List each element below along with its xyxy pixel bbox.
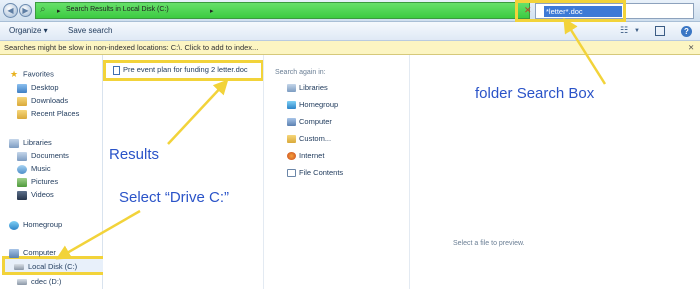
- nav-item-label: Videos: [31, 190, 54, 199]
- organize-button[interactable]: Organize ▾: [9, 26, 48, 35]
- nav-item-label: Downloads: [31, 96, 69, 105]
- change-view-icon[interactable]: ☷: [620, 25, 628, 36]
- search-again-file-contents[interactable]: File Contents: [287, 168, 344, 178]
- nav-item-computer[interactable]: Computer: [9, 248, 56, 260]
- search-again-title: Search again in:: [275, 69, 326, 76]
- result-highlight: Pre event plan for funding 2 letter.doc: [103, 60, 264, 81]
- nav-item-local-disk-c[interactable]: Local Disk (C:): [14, 262, 77, 274]
- command-toolbar: Organize ▾ Save search ☷ ▼ ?: [0, 22, 700, 41]
- nav-item-label: Recent Places: [31, 109, 80, 118]
- pictures-icon: [17, 177, 27, 187]
- close-icon[interactable]: ✕: [688, 43, 694, 52]
- nav-item-favorites[interactable]: ★ Favorites: [9, 69, 54, 81]
- nav-item-pictures[interactable]: Pictures: [17, 177, 58, 189]
- nav-item-label: Favorites: [23, 69, 54, 79]
- nav-item-downloads[interactable]: Downloads: [17, 96, 68, 108]
- nav-item-recent-places[interactable]: Recent Places: [17, 109, 79, 121]
- save-search-button[interactable]: Save search: [68, 26, 112, 35]
- internet-icon: [287, 152, 296, 161]
- preview-message: Select a file to preview.: [453, 240, 525, 247]
- search-folder-icon: ⌕: [40, 4, 46, 15]
- nav-item-label: Local Disk (C:): [28, 262, 78, 271]
- preview-pane-icon[interactable]: [655, 26, 665, 36]
- custom-folder-icon: [287, 135, 296, 144]
- file-contents-icon: [287, 169, 296, 178]
- nav-item-documents[interactable]: Documents: [17, 151, 69, 163]
- nav-item-desktop[interactable]: Desktop: [17, 83, 59, 95]
- disk-icon: [14, 264, 24, 271]
- annotation-select-drive: Select “Drive C:”: [119, 189, 230, 206]
- nav-item-label: Pictures: [31, 177, 59, 186]
- nav-item-label: Desktop: [31, 83, 59, 92]
- preview-divider: [409, 55, 410, 289]
- search-again-label: File Contents: [299, 168, 344, 177]
- breadcrumb[interactable]: Search Results in Local Disk (C:): [66, 6, 169, 13]
- divider: [263, 55, 264, 289]
- nav-item-videos[interactable]: Videos: [17, 190, 54, 202]
- annotation-results: Results: [109, 146, 160, 163]
- nav-item-homegroup[interactable]: Homegroup: [9, 220, 62, 232]
- disk-icon: [17, 279, 27, 286]
- back-button[interactable]: ◀: [3, 3, 18, 18]
- address-bar[interactable]: ⌕ ▸ Search Results in Local Disk (C:) ▸: [35, 2, 530, 19]
- back-arrow-icon: ◀: [7, 6, 14, 15]
- desktop-icon: [17, 83, 27, 93]
- nav-item-label: Documents: [31, 151, 69, 160]
- breadcrumb-chevron-icon[interactable]: ▸: [210, 7, 214, 15]
- forward-button[interactable]: ▶: [19, 4, 32, 17]
- breadcrumb-chevron-icon[interactable]: ▸: [57, 7, 61, 15]
- search-again-label: Libraries: [299, 83, 328, 92]
- documents-icon: [17, 151, 27, 161]
- nav-item-label: Libraries: [23, 138, 52, 147]
- word-document-icon: [113, 65, 120, 75]
- music-icon: [17, 164, 27, 174]
- results-pane: [103, 55, 263, 289]
- list-item[interactable]: Pre event plan for funding 2 letter.doc: [113, 65, 248, 75]
- search-again-label: Internet: [299, 151, 325, 160]
- help-icon[interactable]: ?: [681, 26, 692, 37]
- search-again-custom[interactable]: Custom...: [287, 134, 332, 144]
- views-dropdown-icon[interactable]: ▼: [634, 28, 640, 34]
- forward-arrow-icon: ▶: [22, 6, 29, 15]
- search-again-label: Custom...: [299, 134, 332, 143]
- search-box-highlight: [515, 0, 626, 22]
- computer-icon: [9, 248, 19, 258]
- libraries-icon: [9, 138, 19, 148]
- search-again-homegroup[interactable]: Homegroup: [287, 100, 339, 110]
- search-again-label: Homegroup: [299, 100, 339, 109]
- index-warning-text[interactable]: Searches might be slow in non-indexed lo…: [4, 43, 258, 52]
- homegroup-icon: [9, 220, 19, 230]
- search-again-label: Computer: [299, 117, 332, 126]
- nav-item-music[interactable]: Music: [17, 164, 51, 176]
- recent-places-icon: [17, 109, 27, 119]
- nav-item-label: Music: [31, 164, 51, 173]
- nav-item-label: cdec (D:): [31, 277, 62, 286]
- computer-icon: [287, 118, 296, 127]
- libraries-icon: [287, 84, 296, 93]
- nav-item-cdec-d[interactable]: cdec (D:): [17, 277, 61, 289]
- result-filename: Pre event plan for funding 2 letter.doc: [123, 65, 248, 74]
- nav-item-libraries[interactable]: Libraries: [9, 138, 52, 150]
- nav-item-label: Computer: [23, 248, 56, 257]
- homegroup-icon: [287, 101, 296, 110]
- search-again-libraries[interactable]: Libraries: [287, 83, 328, 93]
- nav-item-label: Homegroup: [23, 220, 63, 229]
- search-again-internet[interactable]: Internet: [287, 151, 325, 161]
- star-icon: ★: [9, 69, 19, 79]
- downloads-icon: [17, 96, 27, 106]
- videos-icon: [17, 190, 27, 200]
- index-warning-bar[interactable]: Searches might be slow in non-indexed lo…: [0, 41, 700, 55]
- annotation-folder-search-box: folder Search Box: [475, 85, 595, 102]
- search-again-computer[interactable]: Computer: [287, 117, 332, 127]
